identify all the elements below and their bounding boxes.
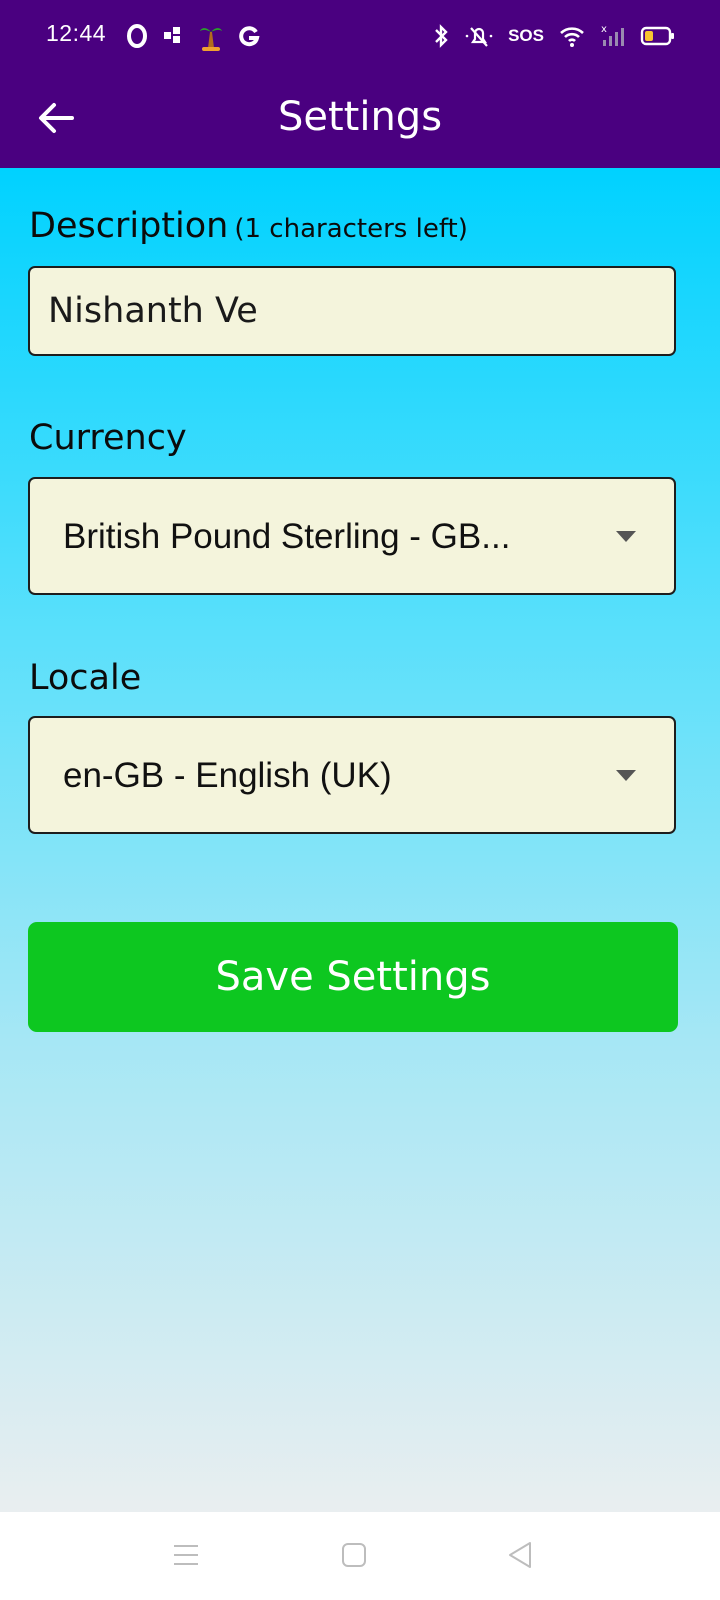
locale-selected-value: en-GB - English (UK) bbox=[63, 756, 392, 795]
description-field[interactable]: Nishanth Ve bbox=[28, 266, 676, 356]
status-right-icons: SOS x bbox=[432, 20, 676, 52]
palm-tree-icon bbox=[198, 20, 224, 52]
description-label: Description bbox=[29, 206, 229, 246]
system-nav-bar bbox=[0, 1512, 720, 1600]
description-value: Nishanth Ve bbox=[48, 291, 258, 331]
characters-left-hint: (1 characters left) bbox=[234, 214, 468, 244]
status-time: 12:44 bbox=[46, 20, 107, 46]
locale-select[interactable]: en-GB - English (UK) bbox=[28, 716, 676, 834]
wifi-icon bbox=[558, 20, 586, 52]
app-bar: Settings bbox=[0, 72, 720, 168]
back-icon[interactable] bbox=[506, 1540, 534, 1574]
status-bar: 12:44 SOS x bbox=[0, 0, 720, 72]
svg-text:x: x bbox=[601, 24, 607, 35]
currency-label: Currency bbox=[29, 418, 187, 458]
chevron-down-icon bbox=[616, 531, 636, 542]
signal-icon: x bbox=[600, 20, 626, 52]
status-left-icons bbox=[126, 20, 260, 52]
sos-indicator: SOS bbox=[508, 26, 544, 45]
google-icon bbox=[238, 20, 260, 52]
opera-icon bbox=[126, 20, 148, 52]
home-icon[interactable] bbox=[341, 1540, 367, 1574]
page-title: Settings bbox=[277, 94, 443, 140]
currency-selected-value: British Pound Sterling - GB... bbox=[63, 517, 511, 556]
settings-form: Description (1 characters left) Nishanth … bbox=[0, 168, 720, 1512]
notification-icon bbox=[162, 20, 184, 52]
battery-icon bbox=[640, 20, 676, 52]
save-settings-button[interactable]: Save Settings bbox=[28, 922, 678, 1032]
locale-label: Locale bbox=[29, 658, 142, 698]
currency-select[interactable]: British Pound Sterling - GB... bbox=[28, 477, 676, 595]
description-label-row: Description (1 characters left) bbox=[29, 206, 468, 246]
menu-icon[interactable] bbox=[172, 1540, 200, 1574]
chevron-down-icon bbox=[616, 770, 636, 781]
bluetooth-icon bbox=[432, 20, 450, 52]
silent-icon bbox=[464, 20, 494, 52]
